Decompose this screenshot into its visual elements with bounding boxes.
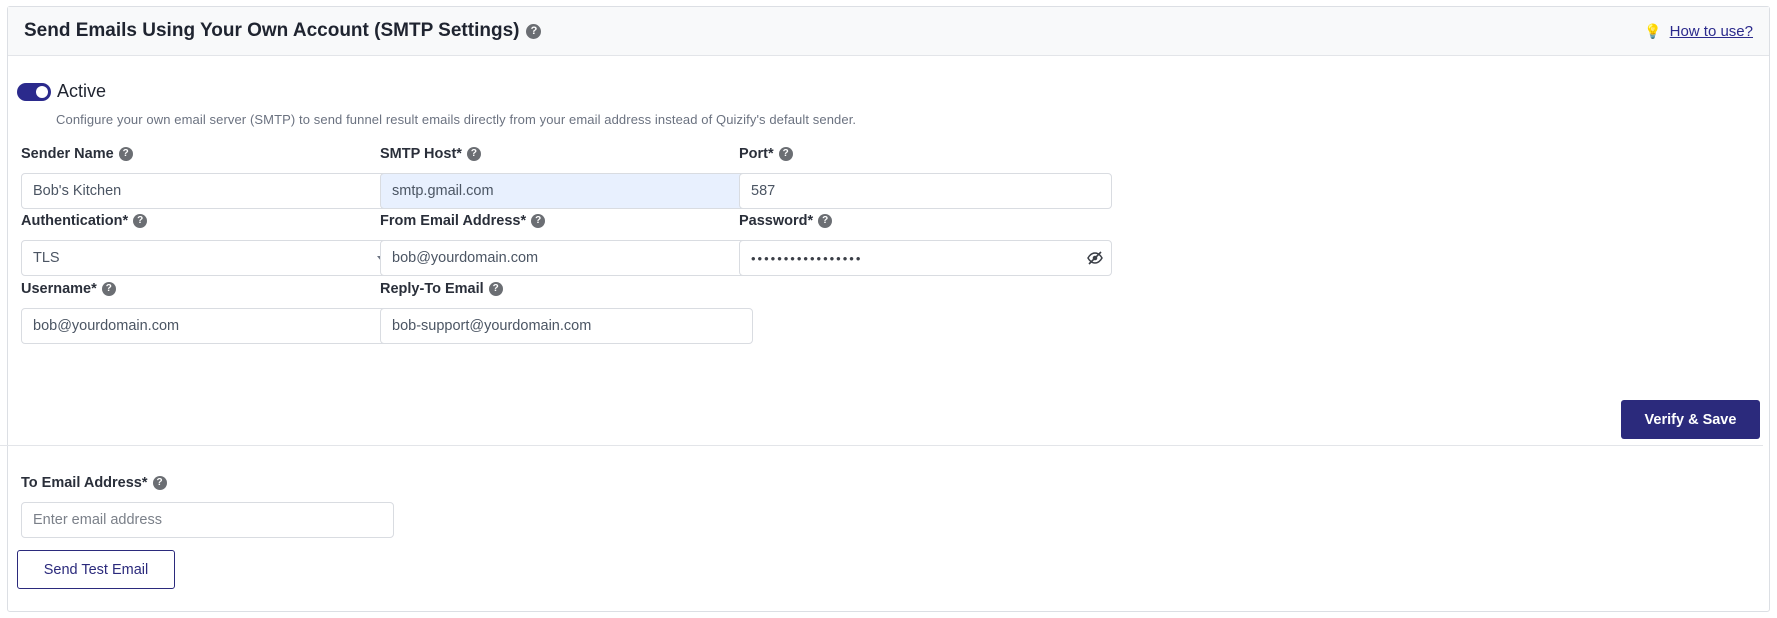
send-test-email-button[interactable]: Send Test Email (17, 550, 175, 589)
authentication-select[interactable]: TLS (21, 240, 394, 276)
authentication-field: Authentication*? TLS (21, 212, 394, 276)
authentication-value: TLS (33, 250, 60, 266)
help-icon[interactable]: ? (133, 214, 148, 228)
help-icon[interactable]: ? (466, 147, 481, 161)
panel-header: Send Emails Using Your Own Account (SMTP… (8, 7, 1769, 56)
help-icon[interactable]: ? (531, 214, 546, 228)
smtp-host-field: SMTP Host*? smtp.gmail.com (380, 145, 753, 209)
port-field: Port*? 587 (739, 145, 1112, 209)
sender-name-input[interactable]: Bob's Kitchen (21, 173, 394, 209)
active-label: Active (57, 81, 107, 101)
password-value: ••••••••••••••••• (751, 250, 863, 266)
reply-to-field: Reply-To Email? bob-support@yourdomain.c… (380, 280, 753, 344)
username-input[interactable]: bob@yourdomain.com (21, 308, 394, 344)
active-toggle-row: Active (17, 81, 106, 102)
section-divider (0, 445, 1763, 446)
to-email-field: To Email Address*? Enter email address (21, 474, 394, 538)
help-icon[interactable]: ? (526, 23, 542, 39)
help-icon[interactable]: ? (152, 476, 167, 490)
from-email-field: From Email Address*? bob@yourdomain.com (380, 212, 753, 276)
eye-slash-icon[interactable] (1087, 250, 1103, 270)
how-to-use: 💡 How to use? (1644, 23, 1753, 40)
active-toggle[interactable] (17, 82, 51, 101)
how-to-use-link[interactable]: How to use? (1670, 23, 1753, 40)
panel-title: Send Emails Using Your Own Account (SMTP… (24, 20, 542, 42)
from-email-input[interactable]: bob@yourdomain.com (380, 240, 753, 276)
smtp-host-input[interactable]: smtp.gmail.com (380, 173, 753, 209)
help-icon[interactable]: ? (488, 282, 503, 296)
to-email-input[interactable]: Enter email address (21, 502, 394, 538)
port-input[interactable]: 587 (739, 173, 1112, 209)
smtp-description: Configure your own email server (SMTP) t… (56, 112, 857, 127)
username-field: Username*? bob@yourdomain.com (21, 280, 394, 344)
sender-name-field: Sender Name? Bob's Kitchen (21, 145, 394, 209)
lightbulb-icon: 💡 (1644, 22, 1662, 39)
help-icon[interactable]: ? (118, 147, 133, 161)
password-field: Password*? ••••••••••••••••• (739, 212, 1112, 276)
password-input[interactable]: ••••••••••••••••• (739, 240, 1112, 276)
help-icon[interactable]: ? (778, 147, 793, 161)
help-icon[interactable]: ? (818, 214, 833, 228)
verify-save-button[interactable]: Verify & Save (1621, 400, 1760, 439)
help-icon[interactable]: ? (101, 282, 116, 296)
reply-to-input[interactable]: bob-support@yourdomain.com (380, 308, 753, 344)
